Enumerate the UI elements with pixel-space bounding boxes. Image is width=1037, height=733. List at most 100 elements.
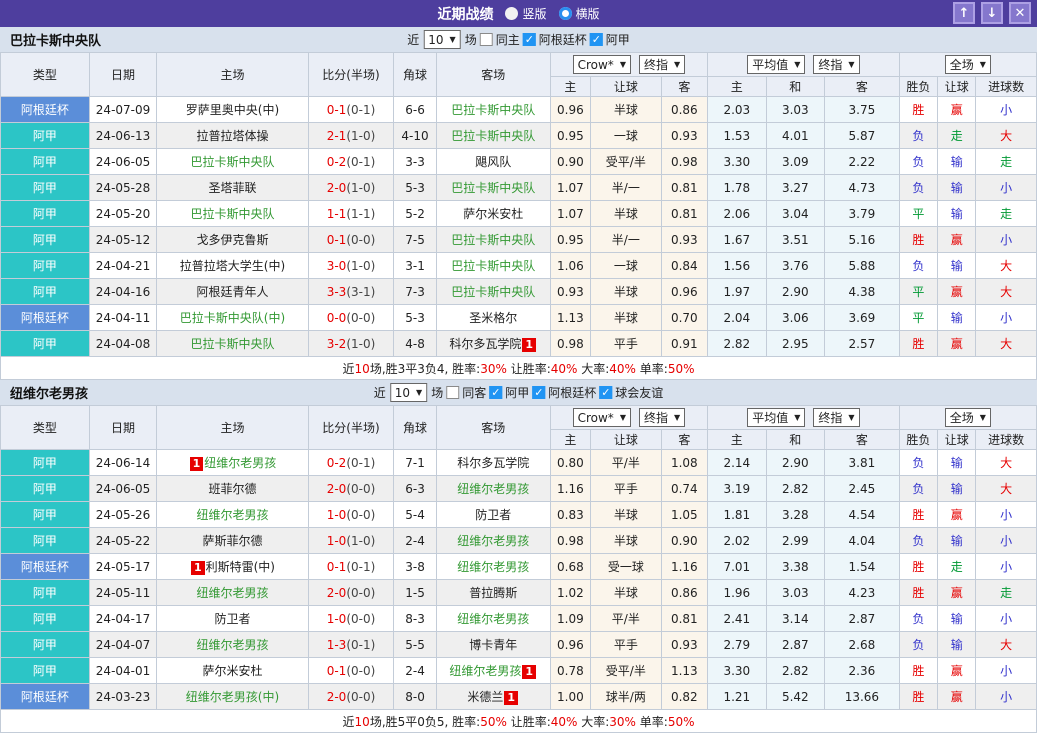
home-team-cell: 1 利斯特雷(中) bbox=[156, 553, 309, 580]
corner-score: 7-1 bbox=[393, 449, 437, 476]
handicap-result: 输 bbox=[937, 200, 977, 227]
wl-result: 胜 bbox=[898, 226, 939, 253]
average-select[interactable]: 平均值 bbox=[747, 408, 806, 427]
home-team-section-header: 巴拉卡斯中央队 近 10 场 同主 阿根廷杯 阿甲 bbox=[0, 27, 1037, 52]
league-filter-label[interactable]: 阿甲 bbox=[606, 31, 630, 48]
vertical-layout-label[interactable]: 竖版 bbox=[522, 5, 546, 22]
eu-home-odds: 1.81 bbox=[707, 501, 767, 528]
home-team-cell: 巴拉卡斯中央队(中) bbox=[156, 304, 309, 331]
league-filter-checkbox[interactable] bbox=[599, 386, 613, 399]
eu-draw-odds: 2.90 bbox=[765, 278, 826, 305]
same-home-label[interactable]: 同主 bbox=[496, 31, 520, 48]
red-card-badge: 1 bbox=[504, 691, 519, 705]
team-label: 纽维尔老男孩 bbox=[196, 638, 269, 652]
league-filter-label[interactable]: 球会友谊 bbox=[615, 384, 663, 401]
eu-draw-odds: 3.04 bbox=[765, 200, 826, 227]
match-date: 24-06-05 bbox=[88, 475, 158, 502]
table-row: 阿根廷杯 24-07-09 罗萨里奥中央(中) 0-1(0-1) 6-6 巴拉卡斯中央队 0… bbox=[0, 96, 1037, 123]
home-team-cell: 1 纽维尔老男孩 bbox=[156, 449, 309, 476]
scope-select[interactable]: 全场 bbox=[944, 408, 991, 427]
league-filter-checkbox[interactable] bbox=[589, 33, 603, 46]
league-filter-label[interactable]: 阿根廷杯 bbox=[539, 31, 587, 48]
ah-away-odds: 0.70 bbox=[660, 304, 709, 331]
match-count-select[interactable]: 10 bbox=[389, 383, 428, 402]
horizontal-layout-radio[interactable] bbox=[558, 7, 572, 20]
away-team-cell: 纽维尔老男孩 bbox=[435, 605, 551, 632]
move-up-button[interactable]: ↑ bbox=[953, 2, 975, 24]
horizontal-layout-label[interactable]: 横版 bbox=[576, 5, 600, 22]
ah-away-odds: 0.90 bbox=[660, 527, 709, 554]
league-filter-checkbox[interactable] bbox=[489, 386, 503, 399]
summary-segment: 40% bbox=[550, 714, 578, 729]
league-filter-checkbox[interactable] bbox=[522, 33, 536, 46]
match-count-select[interactable]: 10 bbox=[423, 30, 461, 49]
away-team-cell: 普拉腾斯 bbox=[435, 579, 551, 606]
odds-company-select[interactable]: Crow* bbox=[572, 55, 631, 74]
results-summary: 近10场,胜5平0负5, 胜率:50% 让胜率:40% 大率:30% 单率:50… bbox=[0, 709, 1037, 733]
corner-score: 7-3 bbox=[393, 278, 437, 305]
col-header-home: 主场 bbox=[156, 52, 309, 97]
fulltime-score: 1-0 bbox=[326, 533, 347, 548]
wl-result: 胜 bbox=[898, 683, 939, 710]
match-score: 0-1(0-1) bbox=[307, 96, 395, 123]
games-label: 场 bbox=[431, 386, 444, 400]
halftime-score: (1-0) bbox=[346, 128, 376, 143]
final-euro-select[interactable]: 终指 bbox=[813, 408, 860, 427]
corner-score: 2-4 bbox=[393, 527, 437, 554]
same-home-checkbox[interactable] bbox=[479, 33, 493, 46]
eu-draw-odds: 4.01 bbox=[765, 122, 826, 149]
down-arrow-icon: ↓ bbox=[986, 5, 998, 21]
team-label: 纽维尔老男孩 bbox=[457, 534, 530, 548]
goals-result: 走 bbox=[975, 200, 1037, 227]
away-team-cell: 科尔多瓦学院 bbox=[435, 449, 551, 476]
goals-result: 大 bbox=[975, 122, 1037, 149]
fulltime-score: 3-0 bbox=[326, 258, 347, 273]
away-team-cell: 纽维尔老男孩 bbox=[435, 553, 551, 580]
average-select[interactable]: 平均值 bbox=[747, 55, 806, 74]
league-filter-label[interactable]: 阿根廷杯 bbox=[548, 384, 596, 401]
eu-draw-odds: 5.42 bbox=[765, 683, 826, 710]
match-score: 2-0(1-0) bbox=[307, 174, 395, 201]
final-euro-select[interactable]: 终指 bbox=[813, 55, 860, 74]
team-label: 米德兰 bbox=[467, 690, 504, 704]
ah-line: 半球 bbox=[590, 96, 662, 123]
team-label: 巴拉卡斯中央队(中) bbox=[179, 311, 286, 325]
table-row: 阿甲 24-05-20 巴拉卡斯中央队 1-1(1-1) 5-2 萨尔米安杜 1.07 半球 0… bbox=[0, 200, 1037, 227]
match-score: 0-1(0-0) bbox=[307, 657, 395, 684]
handicap-result: 赢 bbox=[937, 278, 977, 305]
move-down-button[interactable]: ↓ bbox=[981, 2, 1003, 24]
league-filter-checkbox[interactable] bbox=[532, 386, 546, 399]
match-score: 1-1(1-1) bbox=[307, 200, 395, 227]
final-odds-select[interactable]: 终指 bbox=[638, 408, 686, 427]
match-date: 24-05-11 bbox=[88, 579, 158, 606]
eu-home-odds: 1.96 bbox=[707, 579, 767, 606]
col-header-wl: 胜负 bbox=[898, 76, 939, 97]
summary-segment: 30% bbox=[480, 361, 507, 376]
goals-result: 大 bbox=[975, 475, 1037, 502]
col-header-ah-line: 让球 bbox=[590, 429, 662, 450]
near-label: 近 bbox=[407, 33, 420, 47]
scope-select[interactable]: 全场 bbox=[944, 55, 991, 74]
goals-result: 小 bbox=[975, 304, 1037, 331]
wl-result: 平 bbox=[898, 200, 939, 227]
ah-home-odds: 0.78 bbox=[549, 657, 592, 684]
corner-score: 5-2 bbox=[393, 200, 437, 227]
away-team-cell: 科尔多瓦学院 1 bbox=[435, 330, 551, 357]
league-filter-label[interactable]: 阿甲 bbox=[505, 384, 529, 401]
same-away-checkbox[interactable] bbox=[446, 386, 460, 399]
red-card-badge: 1 bbox=[190, 561, 205, 575]
eu-home-odds: 2.41 bbox=[707, 605, 767, 632]
odds-company-select[interactable]: Crow* bbox=[572, 408, 631, 427]
table-row: 阿甲 24-05-28 圣塔菲联 2-0(1-0) 5-3 巴拉卡斯中央队 1.07 半/一 0… bbox=[0, 174, 1037, 201]
table-row: 阿甲 24-05-11 纽维尔老男孩 2-0(0-0) 1-5 普拉腾斯 1.02 半球 0.8… bbox=[0, 579, 1037, 606]
vertical-layout-radio[interactable] bbox=[505, 7, 519, 20]
final-odds-select[interactable]: 终指 bbox=[638, 55, 686, 74]
halftime-score: (0-0) bbox=[346, 232, 376, 247]
match-score: 3-2(1-0) bbox=[307, 330, 395, 357]
same-away-label[interactable]: 同客 bbox=[462, 384, 486, 401]
eu-home-odds: 2.06 bbox=[707, 200, 767, 227]
close-button[interactable]: ✕ bbox=[1009, 2, 1031, 24]
league-badge: 阿根廷杯 bbox=[0, 553, 90, 580]
eu-home-odds: 1.56 bbox=[707, 252, 767, 279]
away-team-cell: 巴拉卡斯中央队 bbox=[435, 174, 551, 201]
